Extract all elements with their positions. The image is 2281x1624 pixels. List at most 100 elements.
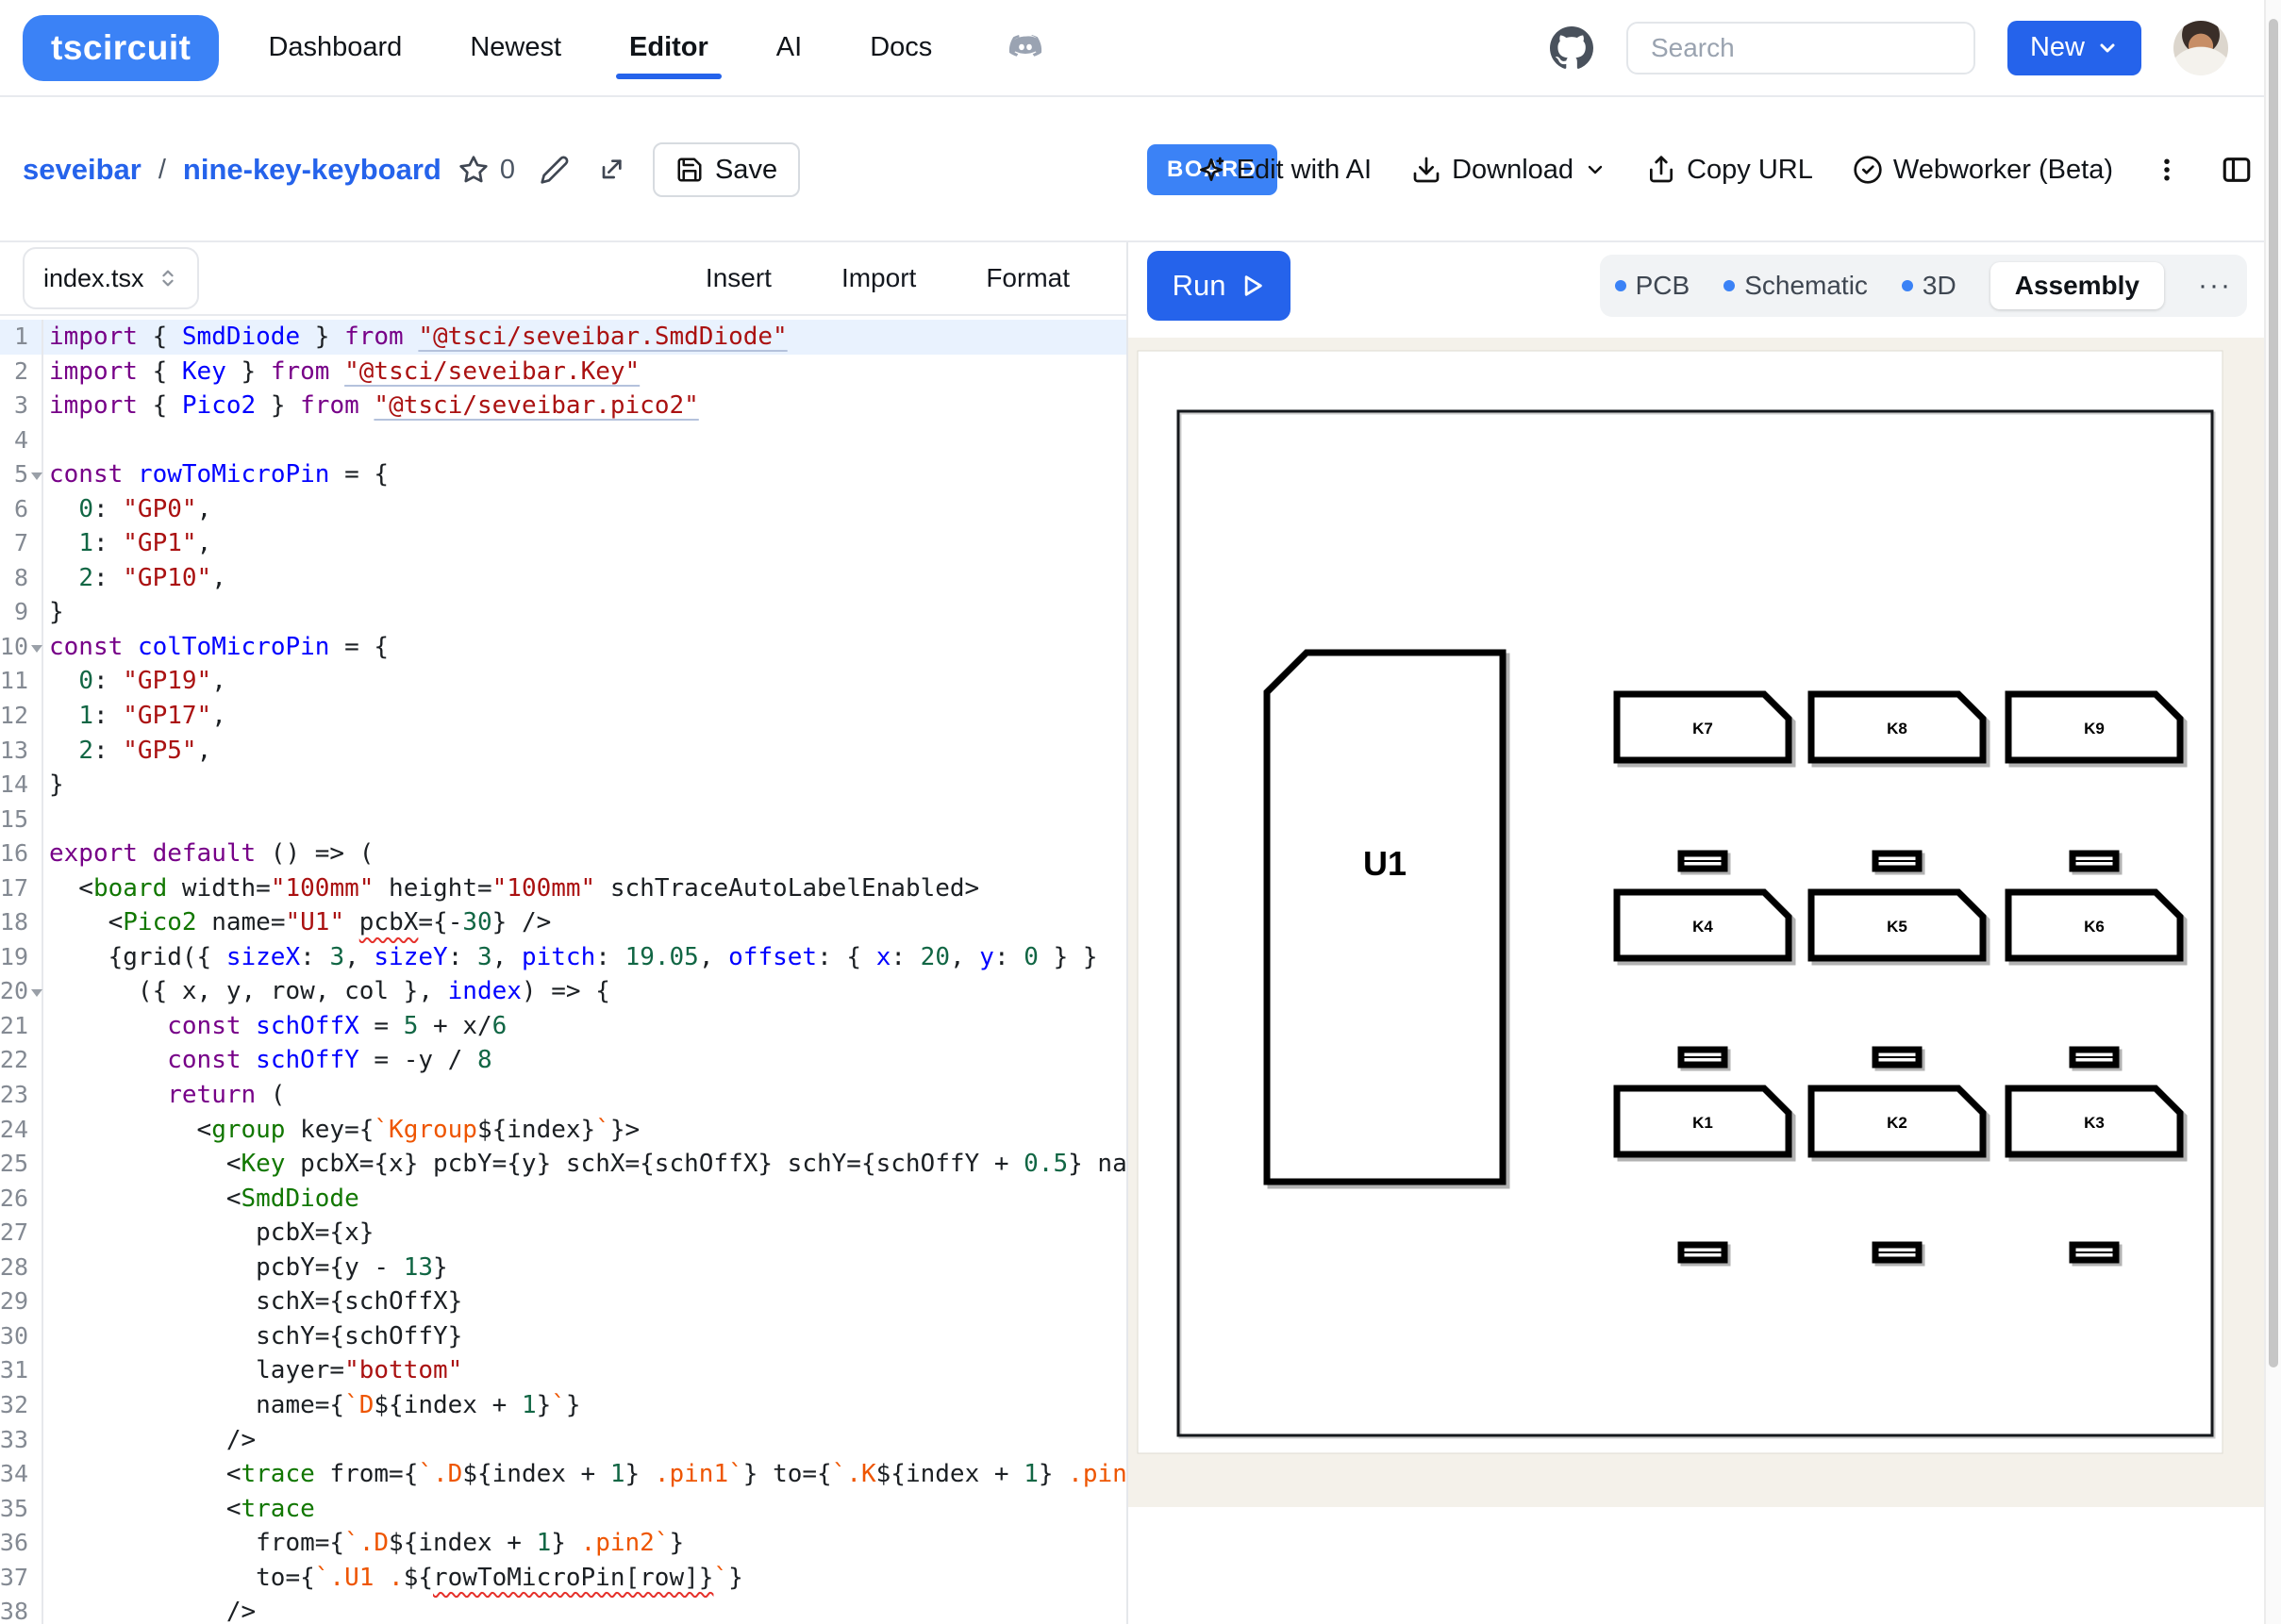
code-line[interactable]: 4	[0, 423, 1126, 458]
nav-link-docs[interactable]: Docs	[870, 32, 932, 63]
code-line[interactable]: 32 name={`D${index + 1}`}	[0, 1388, 1126, 1423]
code-line[interactable]: 26 <SmdDiode	[0, 1182, 1126, 1217]
code-line[interactable]: 6 0: "GP0",	[0, 492, 1126, 527]
edit-with-ai-button[interactable]: Edit with AI	[1196, 155, 1372, 186]
menu-insert[interactable]: Insert	[706, 263, 772, 293]
diode-d4[interactable]	[1681, 1050, 1724, 1065]
code-line[interactable]: 34 <trace from={`.D${index + 1} .pin1`} …	[0, 1457, 1126, 1492]
menu-format[interactable]: Format	[986, 263, 1070, 293]
star-icon[interactable]	[458, 155, 489, 185]
fold-chevron-icon[interactable]	[31, 645, 42, 653]
code-line[interactable]: 1import { SmdDiode } from "@tsci/seveiba…	[0, 320, 1126, 355]
code-line[interactable]: 31 layer="bottom"	[0, 1353, 1126, 1388]
diode-d1[interactable]	[1681, 853, 1724, 869]
component-u1[interactable]: U1	[1267, 653, 1503, 1182]
scrollbar-thumb[interactable]	[2269, 19, 2278, 1367]
diode-d6[interactable]	[2073, 1050, 2116, 1065]
code-line[interactable]: 13 2: "GP5",	[0, 734, 1126, 769]
tab-pcb[interactable]: PCB	[1615, 271, 1690, 301]
code-line[interactable]: 7 1: "GP1",	[0, 526, 1126, 561]
key-k2[interactable]: K2	[1811, 1088, 1983, 1154]
key-k9[interactable]: K9	[2008, 694, 2180, 760]
discord-icon[interactable]	[1006, 28, 1045, 68]
code-line[interactable]: 16export default () => (	[0, 837, 1126, 871]
code-line[interactable]: 25 <Key pcbX={x} pcbY={y} schX={schOffX}…	[0, 1147, 1126, 1182]
nav-link-ai[interactable]: AI	[776, 32, 802, 63]
key-k4[interactable]: K4	[1617, 892, 1789, 958]
code-line[interactable]: 3import { Pico2 } from "@tsci/seveibar.p…	[0, 389, 1126, 423]
code-line[interactable]: 22 const schOffY = -y / 8	[0, 1043, 1126, 1078]
share-external-icon[interactable]	[596, 155, 626, 185]
tab-assembly[interactable]: Assembly	[1990, 262, 2164, 309]
search-input[interactable]	[1626, 22, 1975, 75]
code-line[interactable]: 11 0: "GP19",	[0, 664, 1126, 699]
new-button[interactable]: New	[2007, 21, 2141, 75]
fold-chevron-icon[interactable]	[31, 989, 42, 997]
key-k3[interactable]: K3	[2008, 1088, 2180, 1154]
tscircuit-logo[interactable]: tscircuit	[23, 15, 219, 81]
code-editor[interactable]: 1import { SmdDiode } from "@tsci/seveiba…	[0, 316, 1126, 1624]
key-k7[interactable]: K7	[1617, 694, 1789, 760]
code-line[interactable]: 17 <board width="100mm" height="100mm" s…	[0, 871, 1126, 906]
code-line[interactable]: 27 pcbX={x}	[0, 1216, 1126, 1251]
download-button[interactable]: Download	[1411, 155, 1607, 186]
diode-d8[interactable]	[1875, 1245, 1919, 1260]
assembly-canvas[interactable]: U1 K7 K8 K9 K4 K5 K6 K1 K2 K3	[1128, 338, 2264, 1507]
code-line[interactable]: 37 to={`.U1 .${rowToMicroPin[row]}`}	[0, 1561, 1126, 1596]
code-line[interactable]: 12 1: "GP17",	[0, 699, 1126, 734]
webworker-toggle[interactable]: Webworker (Beta)	[1853, 155, 2113, 186]
tab-schematic[interactable]: Schematic	[1723, 271, 1868, 301]
edit-pencil-icon[interactable]	[540, 155, 570, 185]
code-line[interactable]: 19 {grid({ sizeX: 3, sizeY: 3, pitch: 19…	[0, 940, 1126, 975]
page-scrollbar[interactable]	[2264, 0, 2281, 1624]
code-line[interactable]: 38 />	[0, 1595, 1126, 1624]
code-line[interactable]: 30 schY={schOffY}	[0, 1319, 1126, 1354]
code-line[interactable]: 33 />	[0, 1423, 1126, 1458]
code-text: ({ x, y, row, col }, index) => {	[43, 974, 610, 1009]
code-line[interactable]: 29 schX={schOffX}	[0, 1284, 1126, 1319]
diode-d2[interactable]	[1875, 853, 1919, 869]
copy-url-button[interactable]: Copy URL	[1646, 155, 1813, 186]
file-tab-selector[interactable]: index.tsx	[23, 247, 199, 309]
diode-d5[interactable]	[1875, 1050, 1919, 1065]
code-line[interactable]: 23 return (	[0, 1078, 1126, 1113]
code-line[interactable]: 5const rowToMicroPin = {	[0, 457, 1126, 492]
code-line[interactable]: 2import { Key } from "@tsci/seveibar.Key…	[0, 355, 1126, 389]
code-line[interactable]: 8 2: "GP10",	[0, 561, 1126, 596]
panel-toggle-icon[interactable]	[2221, 154, 2253, 186]
line-gutter: 32	[0, 1388, 43, 1423]
key-k8[interactable]: K8	[1811, 694, 1983, 760]
key-k6[interactable]: K6	[2008, 892, 2180, 958]
key-k5[interactable]: K5	[1811, 892, 1983, 958]
code-line[interactable]: 35 <trace	[0, 1492, 1126, 1527]
tabs-more-icon[interactable]: ···	[2198, 270, 2232, 302]
avatar[interactable]	[2173, 21, 2228, 75]
save-button[interactable]: Save	[653, 142, 800, 197]
github-icon[interactable]	[1549, 25, 1594, 71]
code-line[interactable]: 36 from={`.D${index + 1} .pin2`}	[0, 1526, 1126, 1561]
nav-link-dashboard[interactable]: Dashboard	[268, 32, 402, 63]
code-line[interactable]: 20 ({ x, y, row, col }, index) => {	[0, 974, 1126, 1009]
diode-d7[interactable]	[1681, 1245, 1724, 1260]
breadcrumb-project[interactable]: nine-key-keyboard	[183, 153, 441, 187]
tab-3d[interactable]: 3D	[1902, 271, 1956, 301]
key-k1[interactable]: K1	[1617, 1088, 1789, 1154]
code-line[interactable]: 28 pcbY={y - 13}	[0, 1251, 1126, 1285]
kebab-menu-icon[interactable]	[2153, 154, 2181, 186]
code-line[interactable]: 15	[0, 803, 1126, 837]
run-button[interactable]: Run	[1147, 251, 1290, 321]
diode-d9[interactable]	[2073, 1245, 2116, 1260]
diode-d3[interactable]	[2073, 853, 2116, 869]
menu-import[interactable]: Import	[841, 263, 916, 293]
code-line[interactable]: 9}	[0, 595, 1126, 630]
line-gutter: 18	[0, 905, 43, 940]
code-line[interactable]: 14}	[0, 768, 1126, 803]
code-line[interactable]: 21 const schOffX = 5 + x/6	[0, 1009, 1126, 1044]
fold-chevron-icon[interactable]	[31, 472, 42, 480]
breadcrumb-owner[interactable]: seveibar	[23, 153, 142, 187]
code-line[interactable]: 18 <Pico2 name="U1" pcbX={-30} />	[0, 905, 1126, 940]
nav-link-editor[interactable]: Editor	[629, 32, 708, 63]
code-line[interactable]: 24 <group key={`Kgroup${index}`}>	[0, 1113, 1126, 1148]
nav-link-newest[interactable]: Newest	[470, 32, 561, 63]
code-line[interactable]: 10const colToMicroPin = {	[0, 630, 1126, 665]
